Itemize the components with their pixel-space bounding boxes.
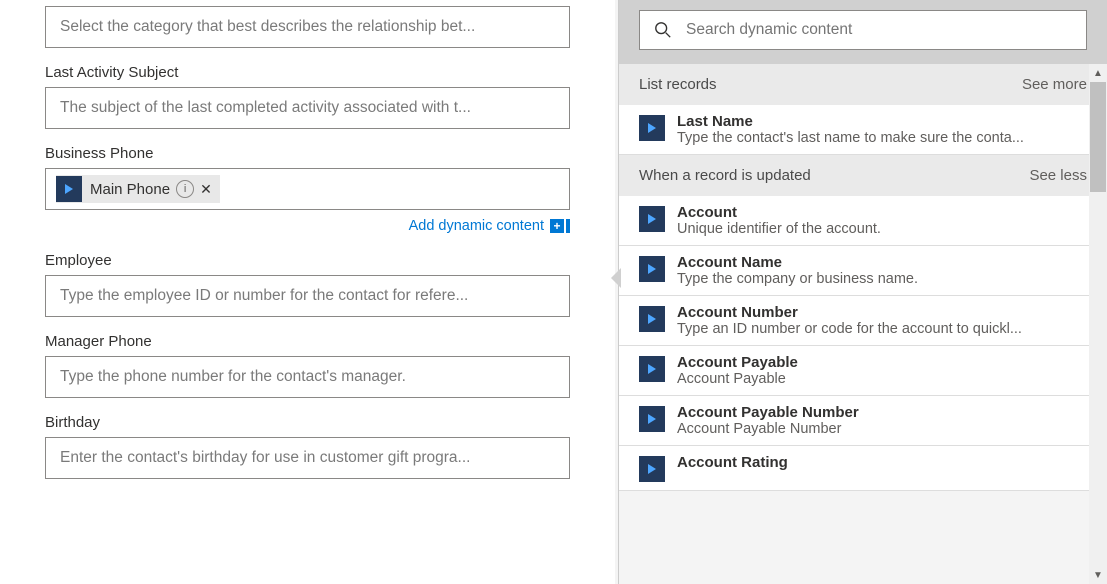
scroll-up-icon[interactable]: ▲ <box>1089 64 1107 82</box>
dc-item-title: Account Payable <box>677 354 1087 371</box>
dc-item-desc: Type an ID number or code for the accoun… <box>677 321 1087 337</box>
plus-icon: + <box>550 219 564 233</box>
field-category: Select the category that best describes … <box>45 6 570 48</box>
see-more-link[interactable]: See more <box>1022 76 1087 93</box>
scroll-thumb[interactable] <box>1090 82 1106 192</box>
business-phone-input[interactable]: Main Phone i ✕ <box>45 168 570 210</box>
manager-phone-input[interactable]: Type the phone number for the contact's … <box>45 356 570 398</box>
form-panel: Select the category that best describes … <box>0 0 615 584</box>
dynamics-icon <box>639 256 665 282</box>
dynamics-icon <box>639 406 665 432</box>
dc-item-account-name[interactable]: Account Name Type the company or busines… <box>619 246 1107 296</box>
flyout-pointer-icon <box>611 268 621 288</box>
dc-item-desc: Type the contact's last name to make sur… <box>677 130 1087 146</box>
see-less-link[interactable]: See less <box>1029 167 1087 184</box>
business-phone-label: Business Phone <box>45 145 570 162</box>
dynamics-icon <box>639 456 665 482</box>
info-icon[interactable]: i <box>176 180 194 198</box>
dc-item-account[interactable]: Account Unique identifier of the account… <box>619 196 1107 246</box>
dc-item-desc: Type the company or business name. <box>677 271 1087 287</box>
birthday-label: Birthday <box>45 414 570 431</box>
dc-item-title: Account Name <box>677 254 1087 271</box>
dynamics-icon <box>56 176 82 202</box>
group-title: List records <box>639 76 717 93</box>
employee-input[interactable]: Type the employee ID or number for the c… <box>45 275 570 317</box>
dc-item-title: Account Rating <box>677 454 1087 471</box>
search-icon <box>654 21 672 39</box>
dc-item-title: Account Number <box>677 304 1087 321</box>
token-main-phone[interactable]: Main Phone i ✕ <box>56 175 220 203</box>
scroll-down-icon[interactable]: ▼ <box>1089 566 1107 584</box>
category-input[interactable]: Select the category that best describes … <box>45 6 570 48</box>
field-business-phone: Business Phone Main Phone i ✕ <box>45 145 570 210</box>
dc-item-last-name[interactable]: Last Name Type the contact's last name t… <box>619 105 1107 155</box>
dc-item-account-payable-number[interactable]: Account Payable Number Account Payable N… <box>619 396 1107 446</box>
dynamic-content-panel: List records See more Last Name Type the… <box>618 0 1107 584</box>
group-header-when-updated: When a record is updated See less <box>619 155 1107 196</box>
close-icon[interactable]: ✕ <box>200 181 212 198</box>
dynamics-icon <box>639 356 665 382</box>
employee-label: Employee <box>45 252 570 269</box>
dc-item-title: Last Name <box>677 113 1087 130</box>
dc-item-account-rating[interactable]: Account Rating <box>619 446 1107 491</box>
dynamic-content-body: List records See more Last Name Type the… <box>619 64 1107 584</box>
search-wrap <box>619 0 1107 64</box>
dc-item-title: Account <box>677 204 1087 221</box>
dc-item-desc: Account Payable <box>677 371 1087 387</box>
group-title: When a record is updated <box>639 167 811 184</box>
dc-item-title: Account Payable Number <box>677 404 1087 421</box>
token-label: Main Phone <box>90 181 170 198</box>
dc-item-account-payable[interactable]: Account Payable Account Payable <box>619 346 1107 396</box>
search-input[interactable] <box>686 21 1072 39</box>
dc-item-desc: Account Payable Number <box>677 421 1087 437</box>
birthday-input[interactable]: Enter the contact's birthday for use in … <box>45 437 570 479</box>
scrollbar[interactable]: ▲ ▼ <box>1089 64 1107 584</box>
dc-item-desc: Unique identifier of the account. <box>677 221 1087 237</box>
group-header-list-records: List records See more <box>619 64 1107 105</box>
field-employee: Employee Type the employee ID or number … <box>45 252 570 317</box>
dynamics-icon <box>639 306 665 332</box>
expand-bar-icon <box>566 219 570 233</box>
field-manager-phone: Manager Phone Type the phone number for … <box>45 333 570 398</box>
field-birthday: Birthday Enter the contact's birthday fo… <box>45 414 570 479</box>
last-activity-subject-input[interactable]: The subject of the last completed activi… <box>45 87 570 129</box>
field-last-activity-subject: Last Activity Subject The subject of the… <box>45 64 570 129</box>
dc-item-account-number[interactable]: Account Number Type an ID number or code… <box>619 296 1107 346</box>
manager-phone-label: Manager Phone <box>45 333 570 350</box>
dynamics-icon <box>639 115 665 141</box>
last-activity-subject-label: Last Activity Subject <box>45 64 570 81</box>
dynamics-icon <box>639 206 665 232</box>
add-dynamic-content-link[interactable]: Add dynamic content + <box>45 218 570 234</box>
add-dynamic-label: Add dynamic content <box>409 218 544 234</box>
search-box[interactable] <box>639 10 1087 50</box>
